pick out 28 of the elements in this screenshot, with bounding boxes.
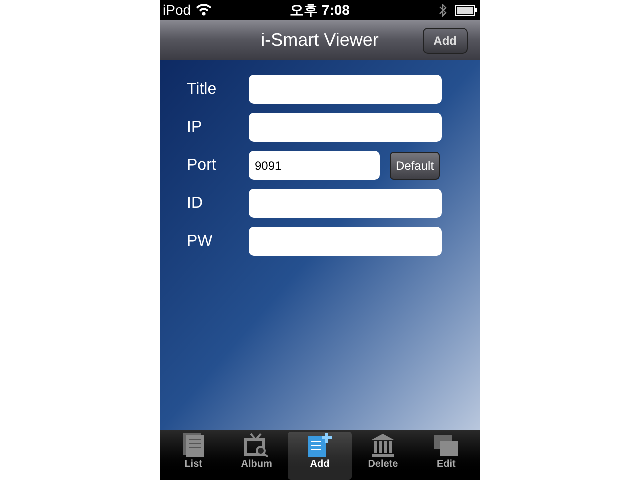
input-field[interactable]: 9091 [249, 151, 380, 180]
input-field[interactable] [249, 113, 442, 142]
input-field[interactable] [249, 75, 442, 104]
tab[interactable]: Edit [414, 432, 478, 480]
tab[interactable]: List [162, 432, 226, 480]
tab[interactable]: Album [225, 432, 288, 480]
document-plus-icon [306, 432, 334, 458]
field-label: Title [186, 80, 218, 100]
wifi-icon [196, 4, 212, 16]
add-button[interactable]: Add [422, 28, 468, 54]
field-label: ID [186, 194, 204, 214]
tv-magnifier-icon [244, 432, 270, 458]
bank-building-icon [370, 432, 396, 458]
input-field[interactable] [249, 189, 442, 218]
input-field[interactable] [249, 227, 442, 256]
tab[interactable]: Delete [352, 432, 415, 480]
field-label: IP [186, 118, 204, 138]
status-time: 오후 7:08 [290, 0, 350, 20]
tab[interactable]: Add [288, 432, 352, 480]
default-button[interactable]: Default [390, 152, 440, 180]
field-label: PW [186, 232, 214, 252]
battery-icon [455, 4, 478, 16]
windows-icon [432, 432, 460, 458]
bluetooth-icon [439, 4, 448, 16]
field-label: Port [186, 156, 218, 176]
carrier-name: iPod [163, 0, 192, 20]
screen-title: i-Smart Viewer [261, 28, 379, 52]
document-stack-icon [180, 432, 207, 458]
